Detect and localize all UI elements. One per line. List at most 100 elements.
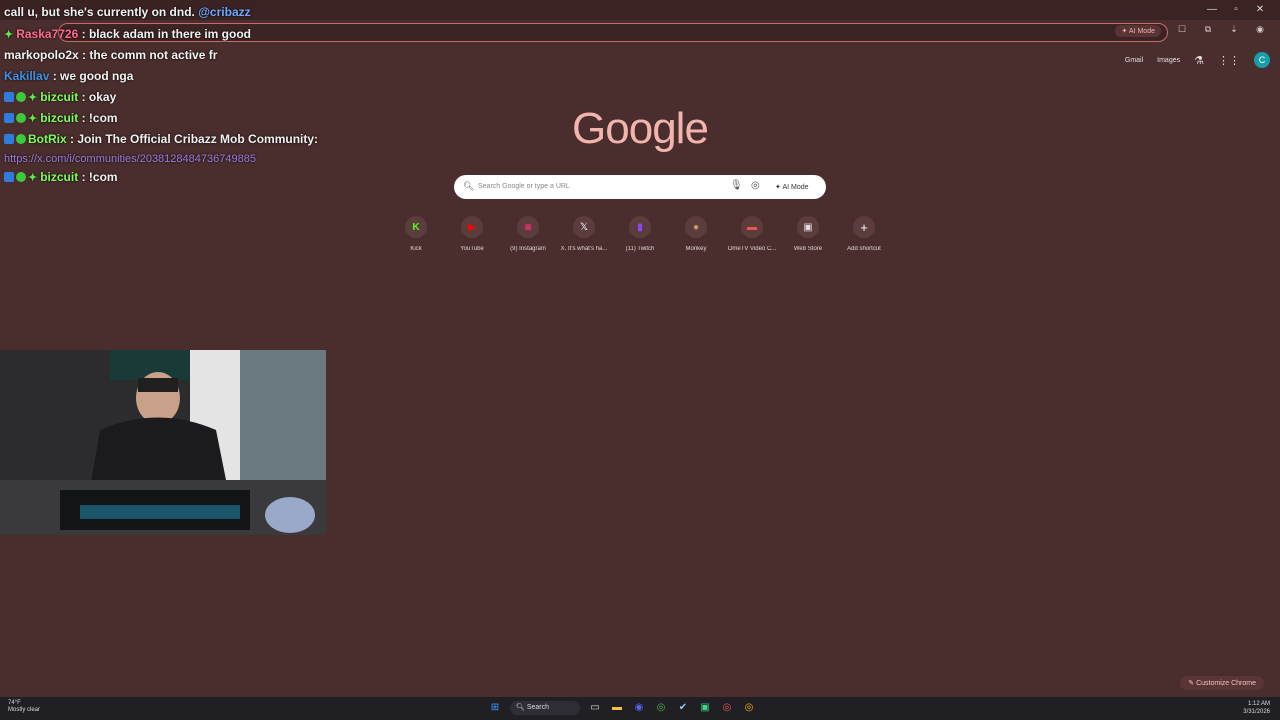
steam-icon[interactable]: ✔ [676, 701, 690, 715]
chat-text: : !com [81, 170, 118, 184]
chat-text: call u, but she's currently on dnd. [4, 5, 195, 19]
verified-badge-icon [16, 172, 26, 182]
shortcut-label: Web Store [793, 246, 823, 252]
search-icon: 🔍︎ [463, 181, 475, 191]
task-view-icon[interactable]: ▭ [588, 701, 602, 715]
file-explorer-icon[interactable]: ▬ [610, 701, 624, 715]
verified-badge-icon [16, 92, 26, 102]
ai-mode-button[interactable]: ✦ AI Mode [775, 183, 809, 191]
weather-temp: 74°F [8, 700, 21, 706]
extensions-icon[interactable]: ⧉ [1202, 24, 1214, 35]
ai-mode-label: AI Mode [1128, 28, 1155, 35]
shortcut-label: (11) Twitch [625, 246, 655, 252]
account-avatar[interactable]: C [1254, 52, 1270, 68]
clock-time: 1:12 AM [1247, 701, 1270, 707]
shortcut-label: OmeTV Video C... [727, 246, 777, 252]
chat-link[interactable]: https://x.com/i/communities/203812848473… [4, 153, 256, 165]
shortcut-monkey[interactable]: ● Monkey [668, 216, 724, 252]
monkey-icon: ● [685, 216, 707, 238]
plus-icon: + [853, 216, 875, 238]
search-placeholder: Search Google or type a URL [478, 183, 570, 190]
window-controls: — ▫ ✕ [1200, 2, 1272, 18]
taskbar-apps: ⊞ 🔍︎ Search ▭ ▬ ◉ ◎ ✔ ▣ ◎ ◎ [488, 701, 756, 715]
shortcut-youtube[interactable]: ▶ YouTube [444, 216, 500, 252]
google-header-links: Gmail Images ⚗ ⋮⋮ C [1125, 52, 1270, 68]
clock-date: 3/31/2026 [1243, 709, 1270, 715]
chat-text: : we good nga [52, 69, 134, 83]
images-link[interactable]: Images [1157, 57, 1180, 64]
chrome-alt-icon[interactable]: ◎ [720, 701, 734, 715]
chat-message: ✦ bizcuit : okay [4, 90, 116, 104]
webstore-icon: ▣ [797, 216, 819, 238]
star-badge-icon: ✦ [28, 172, 38, 184]
shortcut-webstore[interactable]: ▣ Web Store [780, 216, 836, 252]
downloads-icon[interactable]: ⇣ [1228, 24, 1240, 35]
shortcut-ometv[interactable]: ▬ OmeTV Video C... [724, 216, 780, 252]
shortcut-twitch[interactable]: ▮ (11) Twitch [612, 216, 668, 252]
shortcut-label: Kick [410, 246, 422, 252]
kick-icon: K [405, 216, 427, 238]
ometv-icon: ▬ [741, 216, 763, 238]
chrome-active-icon[interactable]: ◎ [742, 701, 756, 715]
star-badge-icon: ✦ [28, 92, 38, 104]
shortcut-label: YouTube [460, 246, 484, 252]
microphone-icon[interactable]: 🎙︎ [730, 180, 743, 191]
shortcut-label: X. It's what's ha... [560, 246, 608, 252]
star-badge-icon: ✦ [4, 29, 14, 41]
webcam-feed [0, 350, 326, 535]
chat-username: bizcuit [40, 170, 79, 184]
chat-message: ✦ Raska7726 : black adam in there im good [4, 27, 251, 41]
taskbar-search-label: Search [526, 704, 550, 711]
maximize-icon[interactable]: ▫ [1224, 2, 1248, 18]
shortcut-label: (9) Instagram [510, 246, 546, 252]
chat-username: bizcuit [40, 90, 79, 104]
chat-username: Kakillav [4, 69, 50, 83]
chrome-icon[interactable]: ◎ [654, 701, 668, 715]
webcam-image [0, 350, 326, 535]
shortcut-label: Monkey [685, 246, 707, 252]
labs-flask-icon[interactable]: ⚗ [1194, 54, 1204, 67]
customize-label: Customize Chrome [1196, 680, 1256, 687]
google-lens-icon[interactable]: ◎ [751, 180, 760, 191]
shortcut-x[interactable]: 𝕏 X. It's what's ha... [556, 216, 612, 252]
chat-message: call u, but she's currently on dnd. @cri… [4, 5, 251, 19]
discord-icon[interactable]: ◉ [632, 701, 646, 715]
browser-toolbar-icons: ☐ ⧉ ⇣ ◉ ⋮ [1176, 24, 1280, 35]
minimize-icon[interactable]: — [1200, 2, 1224, 18]
twitch-icon: ▮ [629, 216, 651, 238]
customize-chrome-button[interactable]: ✎ Customize Chrome [1180, 676, 1264, 690]
gmail-link[interactable]: Gmail [1125, 57, 1143, 64]
windows-start-icon[interactable]: ⊞ [488, 701, 502, 715]
instagram-icon: ◙ [517, 216, 539, 238]
chat-message: ✦ bizcuit : !com [4, 170, 118, 184]
shortcut-add[interactable]: + Add shortcut [836, 216, 892, 252]
weather-widget[interactable]: 74°F Mostly clear [8, 700, 40, 714]
profile-icon[interactable]: ◉ [1254, 24, 1266, 35]
weather-desc: Mostly clear [8, 707, 41, 713]
moderator-badge-icon [4, 172, 14, 182]
youtube-icon: ▶ [461, 216, 483, 238]
ai-mode-omnibox-button[interactable]: ✦ AI Mode [1115, 25, 1161, 37]
google-search-box[interactable]: 🔍︎ Search Google or type a URL 🎙︎ ◎ ✦ AI… [454, 175, 826, 199]
windows-taskbar: 74°F Mostly clear ⊞ 🔍︎ Search ▭ ▬ ◉ ◎ ✔ … [0, 697, 1280, 720]
shortcut-label: Add shortcut [847, 246, 881, 252]
shortcut-kick[interactable]: K Kick [388, 216, 444, 252]
bookmark-icon[interactable]: ☐ [1176, 24, 1188, 35]
moderator-badge-icon [4, 92, 14, 102]
close-icon[interactable]: ✕ [1248, 2, 1272, 18]
shortcuts-grid: K Kick ▶ YouTube ◙ (9) Instagram 𝕏 X. It… [388, 216, 892, 252]
chat-message: markopolo2x : the comm not active fr [4, 48, 217, 62]
chat-text: : the comm not active fr [82, 48, 218, 62]
ai-mode-label: AI Mode [782, 184, 809, 191]
chat-message: Kakillav : we good nga [4, 69, 133, 83]
chat-text: : black adam in there im good [81, 27, 251, 41]
chat-text: : okay [81, 90, 117, 104]
apps-grid-icon[interactable]: ⋮⋮ [1218, 54, 1240, 67]
chat-username: markopolo2x [4, 48, 79, 62]
chat-mention: @cribazz [198, 5, 251, 19]
system-clock[interactable]: 1:12 AM 3/31/2026 [1243, 700, 1270, 716]
app-green-icon[interactable]: ▣ [698, 701, 712, 715]
chat-username: Raska7726 [16, 27, 79, 41]
taskbar-search[interactable]: 🔍︎ Search [510, 701, 580, 715]
shortcut-instagram[interactable]: ◙ (9) Instagram [500, 216, 556, 252]
